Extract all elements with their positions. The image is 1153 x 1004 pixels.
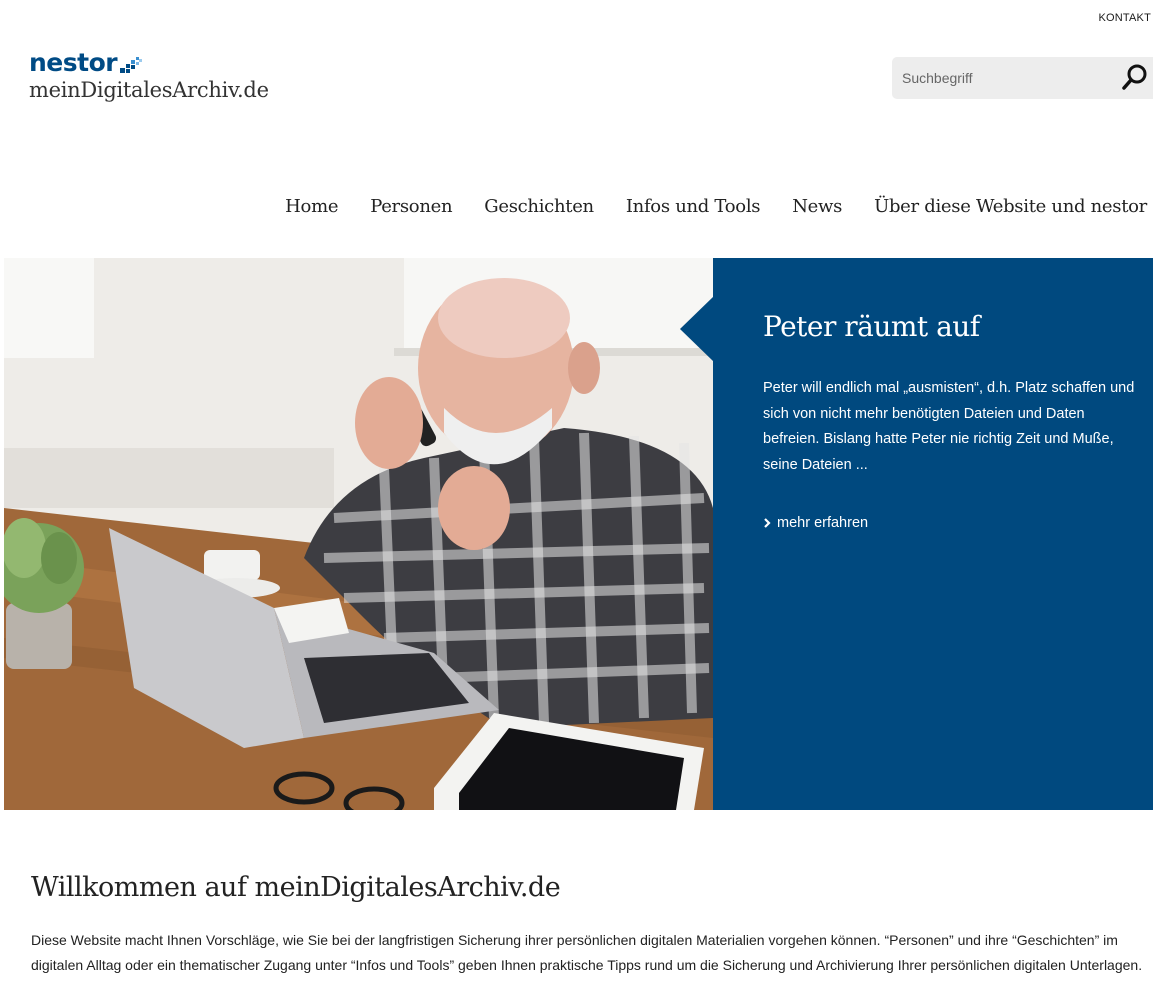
nav-item-personen[interactable]: Personen: [370, 196, 452, 217]
logo-subtitle: meinDigitalesArchiv.de: [29, 78, 269, 102]
hero-text: Peter will endlich mal „ausmisten“, d.h.…: [763, 380, 1135, 473]
search-box: [892, 57, 1153, 99]
chevron-right-icon: [764, 518, 771, 528]
main-nav: Home Personen Geschichten Infos und Tool…: [285, 196, 1147, 217]
hero-title: Peter räumt auf: [763, 310, 980, 343]
hero-slider: Peter räumt auf Peter will endlich mal „…: [4, 258, 1153, 810]
welcome-title: Willkommen auf meinDigitalesArchiv.de: [31, 872, 561, 903]
contact-link[interactable]: KONTAKT: [1098, 12, 1151, 24]
hero-illustration: [4, 258, 713, 810]
nav-item-ueber[interactable]: Über diese Website und nestor: [874, 196, 1147, 217]
logo-brand: nestor: [29, 48, 118, 77]
panel-pointer: [680, 296, 714, 362]
search-input[interactable]: [892, 70, 1102, 86]
search-button[interactable]: [1119, 63, 1151, 93]
more-link[interactable]: mehr erfahren: [763, 515, 868, 531]
welcome-text: Diese Website macht Ihnen Vorschläge, wi…: [31, 932, 1143, 973]
page: KONTAKT nestor meinDigitalesArchiv.de Su…: [0, 0, 1153, 1004]
hero-image[interactable]: [4, 258, 713, 810]
nav-item-news[interactable]: News: [792, 196, 842, 217]
logo-row: nestor: [29, 50, 269, 76]
more-link-label: mehr erfahren: [777, 515, 869, 531]
nav-item-geschichten[interactable]: Geschichten: [484, 196, 594, 217]
site-logo[interactable]: nestor meinDigitalesArchiv.de: [29, 50, 269, 103]
search-icon: [1122, 64, 1147, 90]
nav-item-infos-und-tools[interactable]: Infos und Tools: [626, 196, 761, 217]
pixel-logo-icon: [120, 57, 143, 73]
nav-item-home[interactable]: Home: [285, 196, 338, 217]
hero-teaser-panel: Peter räumt auf Peter will endlich mal „…: [680, 258, 1153, 810]
